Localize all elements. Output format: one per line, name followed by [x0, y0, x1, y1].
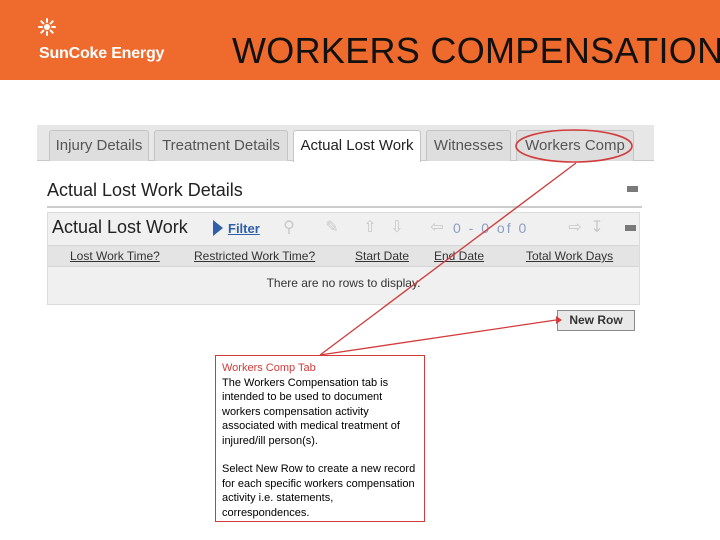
tab-witnesses[interactable]: Witnesses: [426, 130, 511, 161]
edit-icon[interactable]: ✎: [323, 219, 341, 237]
logo: SunCoke Energy: [38, 18, 178, 68]
next-page-icon[interactable]: ⇨: [566, 219, 584, 237]
collapse-grid-icon[interactable]: [625, 225, 636, 231]
search-icon[interactable]: ⚲: [280, 219, 298, 237]
logo-text: SunCoke Energy: [39, 45, 165, 62]
collapse-section-icon[interactable]: [627, 186, 638, 192]
callout-body: The Workers Compensation tab is intended…: [222, 376, 400, 447]
callout-body-2: Select New Row to create a new record fo…: [222, 463, 416, 519]
tab-injury-details[interactable]: Injury Details: [49, 130, 149, 161]
new-row-button[interactable]: New Row: [557, 310, 635, 331]
sun-logo-icon: [38, 18, 56, 36]
column-header-restricted-work-time[interactable]: Restricted Work Time?: [194, 249, 315, 263]
column-header-total-work-days[interactable]: Total Work Days: [526, 249, 613, 263]
callout-box: Workers Comp Tab The Workers Compensatio…: [215, 355, 425, 522]
column-header-lost-work-time[interactable]: Lost Work Time?: [70, 249, 160, 263]
lost-work-grid: Actual Lost Work Filter ⚲ ✎ ⇧ ⇩ ⇦ 0 - 0 …: [47, 212, 640, 305]
page-title: WORKERS COMPENSATION: [232, 30, 720, 71]
filter-link[interactable]: Filter: [228, 221, 260, 236]
grid-title: Actual Lost Work: [52, 217, 188, 237]
pager-text: 0 - 0 of 0: [453, 220, 529, 236]
header-banner: SunCoke Energy WORKERS COMPENSATION: [0, 0, 720, 80]
previous-page-icon[interactable]: ⇦: [428, 219, 446, 237]
column-header-end-date[interactable]: End Date: [434, 249, 484, 263]
filter-expand-icon[interactable]: [213, 220, 223, 236]
app-panel: Injury Details Treatment Details Actual …: [37, 125, 654, 338]
tab-treatment-details[interactable]: Treatment Details: [154, 130, 288, 161]
tab-workers-comp[interactable]: Workers Comp: [516, 130, 634, 161]
tab-actual-lost-work[interactable]: Actual Lost Work: [293, 130, 421, 162]
section-divider: [47, 206, 642, 208]
section-title: Actual Lost Work Details: [47, 180, 243, 200]
empty-grid-message: There are no rows to display.: [266, 276, 421, 290]
column-header-row: Lost Work Time? Restricted Work Time? St…: [48, 245, 639, 267]
move-up-icon[interactable]: ⇧: [361, 219, 379, 237]
callout-title: Workers Comp Tab: [222, 362, 316, 374]
export-icon[interactable]: ↧: [588, 219, 606, 237]
tab-strip: Injury Details Treatment Details Actual …: [37, 125, 654, 162]
move-down-icon[interactable]: ⇩: [388, 219, 406, 237]
column-header-start-date[interactable]: Start Date: [355, 249, 409, 263]
